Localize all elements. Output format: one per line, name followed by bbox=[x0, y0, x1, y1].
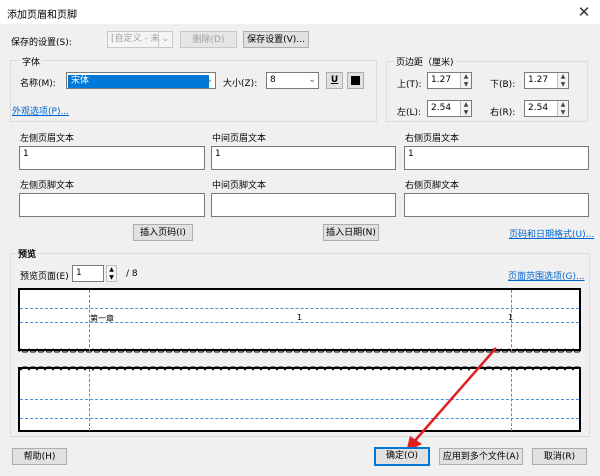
color-swatch bbox=[351, 76, 360, 85]
total-pages-label: / 8 bbox=[126, 269, 138, 279]
preview-page-spinner[interactable]: ▲ ▼ bbox=[106, 265, 117, 282]
right-footer-label: 右侧页脚文本 bbox=[405, 181, 460, 191]
insert-date-button[interactable]: 插入日期(N) bbox=[323, 224, 379, 241]
spinner[interactable]: ▲ ▼ bbox=[557, 101, 568, 116]
arrow-down-icon[interactable]: ▼ bbox=[107, 274, 116, 282]
center-header-textarea[interactable]: 1 bbox=[211, 146, 396, 170]
margin-right-value: 2.54 bbox=[528, 103, 549, 113]
left-footer-label: 左侧页脚文本 bbox=[20, 181, 75, 191]
margin-bottom-input[interactable]: 1.27 ▲ ▼ bbox=[524, 72, 569, 89]
preview-center-header: 1 bbox=[297, 313, 303, 322]
cancel-button[interactable]: 取消(R) bbox=[532, 448, 587, 465]
margin-right-label: 右(R): bbox=[490, 108, 516, 118]
margin-top-value: 1.27 bbox=[431, 75, 452, 85]
close-icon[interactable]: ✕ bbox=[574, 3, 594, 21]
save-settings-button[interactable]: 保存设置(V)... bbox=[243, 31, 309, 48]
right-footer-textarea[interactable] bbox=[404, 193, 589, 217]
font-name-value: 宋体 bbox=[68, 75, 209, 88]
insert-page-number-button[interactable]: 插入页码(I) bbox=[133, 224, 193, 241]
arrow-down-icon[interactable]: ▼ bbox=[461, 109, 471, 117]
window-title: 添加页眉和页脚 bbox=[7, 10, 77, 21]
font-size-combo[interactable]: 8 ⌄ bbox=[266, 72, 319, 89]
margin-guide-right bbox=[511, 369, 512, 431]
right-header-label: 右侧页眉文本 bbox=[405, 134, 460, 144]
apply-multiple-files-button[interactable]: 应用到多个文件(A) bbox=[439, 448, 523, 465]
spinner[interactable]: ▲ ▼ bbox=[557, 73, 568, 88]
saved-settings-label: 保存的设置(S): bbox=[11, 38, 72, 48]
arrow-up-icon[interactable]: ▲ bbox=[461, 101, 471, 109]
title-bar bbox=[0, 0, 600, 24]
margin-right-input[interactable]: 2.54 ▲ ▼ bbox=[524, 100, 569, 117]
page-range-options-link[interactable]: 页面范围选项(G)... bbox=[508, 269, 585, 282]
arrow-up-icon[interactable]: ▲ bbox=[558, 73, 568, 81]
font-color-button[interactable] bbox=[347, 72, 364, 89]
arrow-up-icon[interactable]: ▲ bbox=[558, 101, 568, 109]
help-button[interactable]: 帮助(H) bbox=[12, 448, 67, 465]
center-footer-label: 中间页脚文本 bbox=[212, 181, 267, 191]
center-footer-textarea[interactable] bbox=[211, 193, 396, 217]
chevron-down-icon: ⌄ bbox=[205, 75, 213, 85]
margin-top-input[interactable]: 1.27 ▲ ▼ bbox=[427, 72, 472, 89]
font-name-combo[interactable]: 宋体 ⌄ bbox=[66, 72, 216, 89]
preview-left-header: 第一章 bbox=[90, 314, 114, 323]
margin-bottom-value: 1.27 bbox=[528, 75, 549, 85]
annotation-arrow bbox=[406, 347, 497, 452]
font-size-label: 大小(Z): bbox=[223, 79, 258, 89]
spinner[interactable]: ▲ ▼ bbox=[460, 101, 471, 116]
font-size-value: 8 bbox=[270, 75, 276, 85]
arrow-down-icon[interactable]: ▼ bbox=[558, 81, 568, 89]
margin-guide-top bbox=[20, 308, 579, 309]
margins-group-label: 页边距（厘米) bbox=[394, 55, 456, 68]
margin-guide-left bbox=[89, 369, 90, 431]
saved-settings-dropdown-icon[interactable]: ⌄ bbox=[158, 31, 173, 48]
arrow-down-icon[interactable]: ▼ bbox=[558, 109, 568, 117]
preview-right-header: 1 bbox=[508, 313, 514, 322]
preview-group-label: 预览 bbox=[16, 247, 39, 260]
margin-top-label: 上(T): bbox=[397, 80, 422, 90]
ok-button[interactable]: 确定(O) bbox=[374, 447, 430, 466]
preview-page-label: 预览页面(E) bbox=[20, 272, 69, 282]
preview-page-input[interactable]: 1 bbox=[72, 265, 104, 282]
chevron-down-icon: ⌄ bbox=[308, 75, 316, 85]
center-header-label: 中间页眉文本 bbox=[212, 134, 267, 144]
underline-button[interactable]: U bbox=[326, 72, 343, 89]
left-header-textarea[interactable]: 1 bbox=[19, 146, 205, 170]
arrow-up-icon[interactable]: ▲ bbox=[461, 73, 471, 81]
font-group-label: 字体 bbox=[20, 55, 43, 68]
left-footer-textarea[interactable] bbox=[19, 193, 205, 217]
spinner[interactable]: ▲ ▼ bbox=[460, 73, 471, 88]
delete-button[interactable]: 删除(D) bbox=[180, 31, 237, 48]
preview-page-value: 1 bbox=[76, 268, 82, 278]
appearance-options-link[interactable]: 外观选项(P)... bbox=[12, 104, 69, 117]
page-date-format-link[interactable]: 页码和日期格式(U)... bbox=[509, 227, 594, 240]
arrow-down-icon[interactable]: ▼ bbox=[461, 81, 471, 89]
arrow-up-icon[interactable]: ▲ bbox=[107, 266, 116, 274]
margin-left-label: 左(L): bbox=[397, 108, 422, 118]
right-header-textarea[interactable]: 1 bbox=[404, 146, 589, 170]
margin-left-input[interactable]: 2.54 ▲ ▼ bbox=[427, 100, 472, 117]
font-name-label: 名称(M): bbox=[20, 79, 56, 89]
left-header-label: 左侧页眉文本 bbox=[20, 134, 75, 144]
margin-bottom-label: 下(B): bbox=[490, 80, 516, 90]
margin-left-value: 2.54 bbox=[431, 103, 452, 113]
